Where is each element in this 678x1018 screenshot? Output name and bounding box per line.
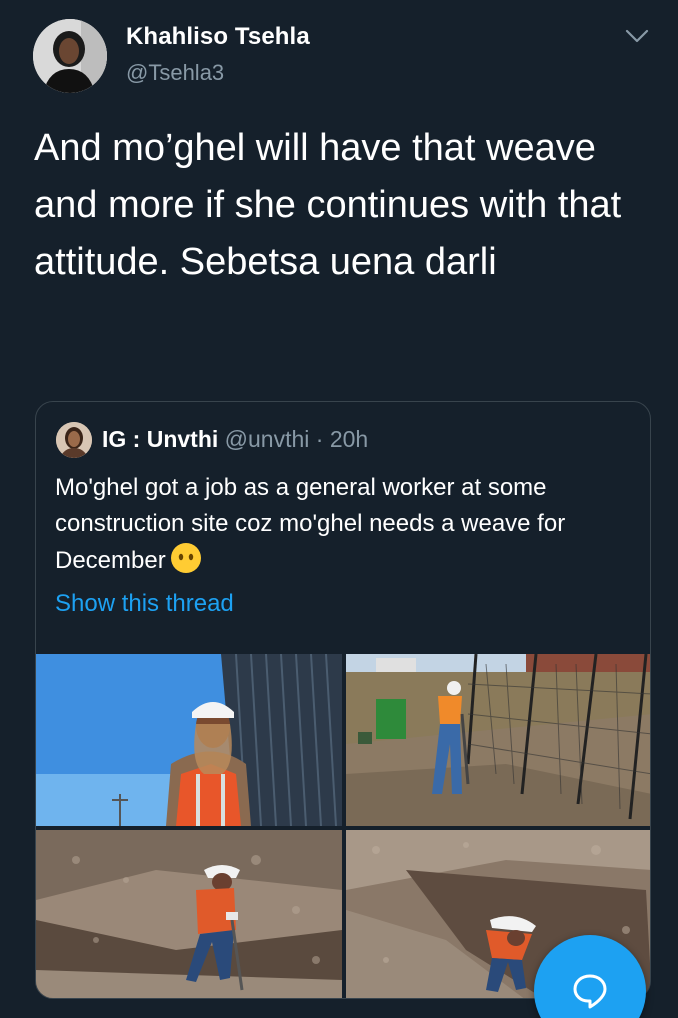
media-photo-2[interactable] <box>346 654 650 826</box>
face-without-mouth-emoji-icon <box>170 543 201 573</box>
media-photo-3[interactable] <box>36 830 342 998</box>
author-name[interactable]: Khahliso Tsehla <box>126 23 310 51</box>
quoted-time: · 20h <box>315 426 369 452</box>
show-thread-link[interactable]: Show this thread <box>55 590 234 618</box>
quoted-text: Mo'ghel got a job as a general worker at… <box>55 470 640 579</box>
media-photo-1[interactable] <box>36 654 342 826</box>
quoted-author-avatar[interactable] <box>56 422 92 458</box>
author-avatar[interactable] <box>33 19 107 93</box>
quoted-author-handle[interactable]: @unvthi <box>225 426 310 452</box>
reply-bubble-icon <box>573 974 607 1009</box>
quoted-author-name[interactable]: IG : Unvthi <box>102 426 218 452</box>
chevron-down-icon[interactable] <box>624 26 650 46</box>
author-handle[interactable]: @Tsehla3 <box>126 60 224 86</box>
tweet-screen: Khahliso Tsehla @Tsehla3 And mo’ghel wil… <box>0 0 678 1018</box>
quoted-text-body: Mo'ghel got a job as a general worker at… <box>55 474 566 574</box>
tweet-text: And mo’ghel will have that weave and mor… <box>34 127 622 283</box>
quoted-tweet[interactable]: IG : Unvthi @unvthi · 20h Mo'ghel got a … <box>35 401 651 999</box>
quoted-meta: IG : Unvthi @unvthi · 20h <box>102 426 368 453</box>
